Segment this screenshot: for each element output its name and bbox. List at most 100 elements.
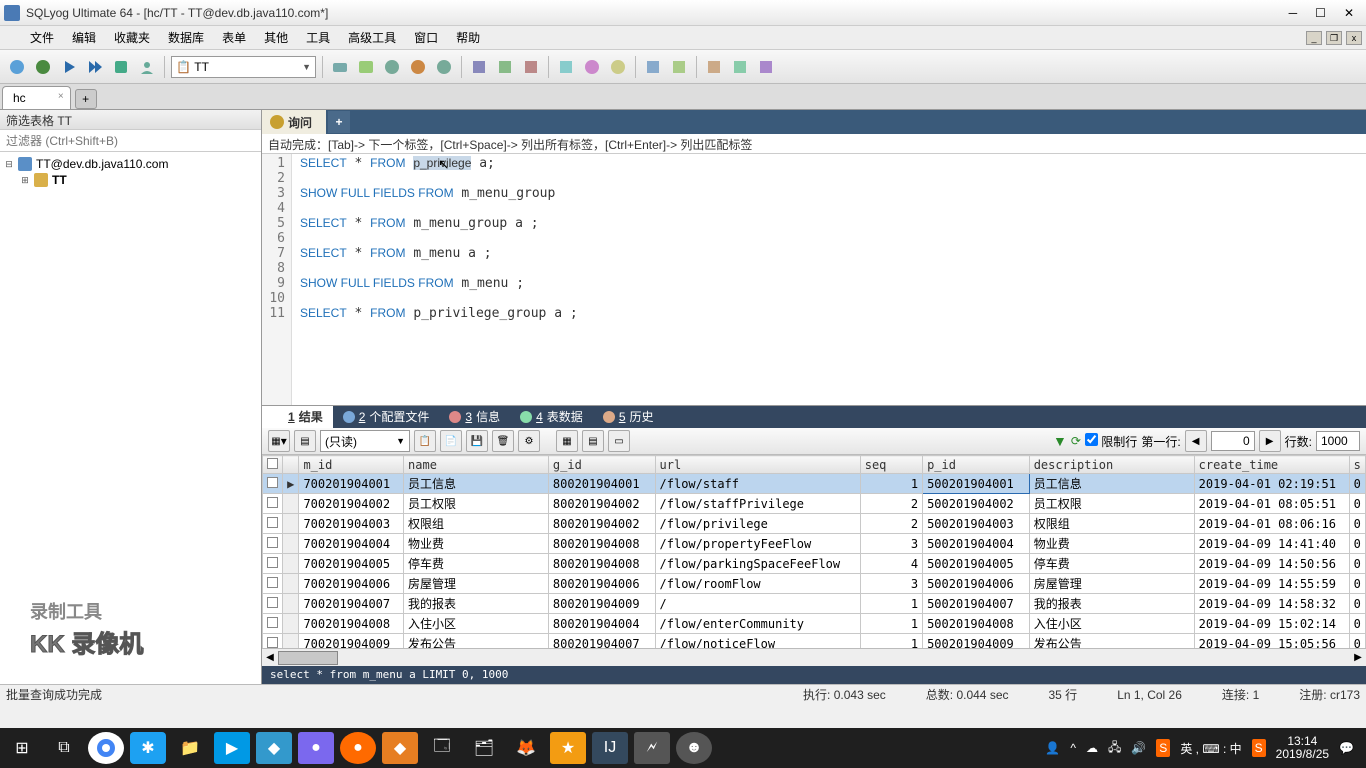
new-connection-button[interactable] [6, 56, 28, 78]
scroll-left-button[interactable]: ◀ [262, 652, 278, 663]
menu-edit[interactable]: 编辑 [64, 27, 104, 48]
row-checkbox[interactable] [263, 634, 283, 649]
app-icon-13[interactable]: ☻ [676, 732, 712, 764]
tb-btn-10[interactable] [581, 56, 603, 78]
menu-powertools[interactable]: 高级工具 [340, 27, 404, 48]
grid-cell[interactable]: 700201904001 [299, 474, 404, 494]
grid-cell[interactable]: 2019-04-09 14:50:56 [1194, 554, 1349, 574]
scroll-thumb[interactable] [278, 651, 338, 665]
grid-cell[interactable]: 发布公告 [404, 634, 549, 649]
grid-cell[interactable]: /flow/propertyFeeFlow [655, 534, 860, 554]
rtb-btn-5[interactable]: ⚙ [518, 430, 540, 452]
grid-cell[interactable]: 1 [860, 614, 922, 634]
select-all-checkbox[interactable] [263, 456, 283, 474]
tray-up-icon[interactable]: ^ [1070, 741, 1076, 755]
grid-cell[interactable]: /flow/staff [655, 474, 860, 494]
tb-btn-6[interactable] [468, 56, 490, 78]
tb-btn-8[interactable] [520, 56, 542, 78]
row-checkbox[interactable] [263, 514, 283, 534]
grid-cell[interactable]: 700201904006 [299, 574, 404, 594]
grid-cell[interactable]: 0 [1349, 574, 1365, 594]
grid-cell[interactable]: 700201904005 [299, 554, 404, 574]
close-button[interactable]: ✕ [1344, 6, 1354, 20]
row-checkbox[interactable] [263, 594, 283, 614]
task-view-button[interactable]: ⧉ [46, 732, 82, 764]
table-row[interactable]: ▶700201904001员工信息800201904001/flow/staff… [263, 474, 1366, 494]
tray-ime[interactable]: 英 , ⌨ : 中 [1180, 740, 1241, 757]
grid-cell[interactable]: 700201904004 [299, 534, 404, 554]
view-text-button[interactable]: ▭ [608, 430, 630, 452]
row-checkbox[interactable] [263, 554, 283, 574]
add-connection-button[interactable]: + [75, 89, 97, 109]
grid-cell[interactable]: 0 [1349, 614, 1365, 634]
app-icon-2[interactable]: ✱ [130, 732, 166, 764]
grid-cell[interactable]: 权限组 [1029, 514, 1194, 534]
grid-cell[interactable]: 800201904009 [548, 594, 655, 614]
refresh-icon[interactable]: ⟳ [1071, 434, 1081, 448]
tb-btn-2[interactable] [355, 56, 377, 78]
maximize-button[interactable]: ☐ [1315, 6, 1326, 20]
app-icon-9[interactable]: 🗂 [466, 732, 502, 764]
result-grid[interactable]: m_idnameg_idurlseqp_iddescriptioncreate_… [262, 455, 1366, 648]
grid-cell[interactable]: 500201904007 [923, 594, 1030, 614]
grid-cell[interactable]: 800201904008 [548, 554, 655, 574]
grid-cell[interactable]: 2019-04-09 14:58:32 [1194, 594, 1349, 614]
menu-window[interactable]: 窗口 [406, 27, 446, 48]
grid-cell[interactable]: 500201904004 [923, 534, 1030, 554]
connection-tab-hc[interactable]: hc × [2, 86, 71, 109]
grid-cell[interactable]: 700201904003 [299, 514, 404, 534]
table-row[interactable]: 700201904005停车费800201904008/flow/parking… [263, 554, 1366, 574]
next-page-button[interactable]: ▶ [1259, 430, 1281, 452]
tb-btn-1[interactable] [329, 56, 351, 78]
grid-cell[interactable]: 2019-04-09 14:55:59 [1194, 574, 1349, 594]
tb-btn-16[interactable] [755, 56, 777, 78]
grid-cell[interactable]: 入住小区 [1029, 614, 1194, 634]
grid-cell[interactable]: 1 [860, 594, 922, 614]
execute-all-button[interactable] [84, 56, 106, 78]
minimize-button[interactable]: ─ [1289, 6, 1298, 20]
grid-cell[interactable]: 我的报表 [1029, 594, 1194, 614]
tree-db[interactable]: ⊞ TT [4, 172, 257, 188]
grid-cell[interactable]: 房屋管理 [404, 574, 549, 594]
grid-cell[interactable]: 物业费 [404, 534, 549, 554]
column-header[interactable]: g_id [548, 456, 655, 474]
grid-cell[interactable]: 员工权限 [1029, 494, 1194, 514]
tb-btn-13[interactable] [668, 56, 690, 78]
tb-btn-12[interactable] [642, 56, 664, 78]
grid-cell[interactable]: 700201904009 [299, 634, 404, 649]
app-icon-4[interactable]: ◆ [256, 732, 292, 764]
tb-btn-9[interactable] [555, 56, 577, 78]
firefox-icon[interactable]: 🦊 [508, 732, 544, 764]
column-header[interactable]: description [1029, 456, 1194, 474]
menu-fav[interactable]: 收藏夹 [106, 27, 158, 48]
grid-cell[interactable]: 1 [860, 474, 922, 494]
tb-btn-11[interactable] [607, 56, 629, 78]
result-tab[interactable]: 1 结果 [262, 406, 333, 428]
menu-help[interactable]: 帮助 [448, 27, 488, 48]
grid-cell[interactable]: 3 [860, 574, 922, 594]
grid-cell[interactable]: 500201904001 [923, 474, 1030, 494]
grid-cell[interactable]: 停车费 [1029, 554, 1194, 574]
rtb-btn-2[interactable]: ▤ [294, 430, 316, 452]
limit-check[interactable]: 限制行 [1085, 433, 1137, 450]
mdi-restore-button[interactable]: ❐ [1326, 31, 1342, 45]
grid-cell[interactable]: /flow/noticeFlow [655, 634, 860, 649]
rtb-btn-4[interactable]: 📄 [440, 430, 462, 452]
grid-cell[interactable]: 700201904007 [299, 594, 404, 614]
grid-cell[interactable]: 500201904003 [923, 514, 1030, 534]
table-row[interactable]: 700201904009发布公告800201904007/flow/notice… [263, 634, 1366, 649]
clock[interactable]: 13:14 2019/8/25 [1276, 735, 1329, 761]
grid-view-button[interactable]: ▦▾ [268, 430, 290, 452]
grid-cell[interactable]: 800201904001 [548, 474, 655, 494]
result-tab[interactable]: 3 信息 [439, 406, 510, 428]
row-checkbox[interactable] [263, 494, 283, 514]
table-row[interactable]: 700201904008入住小区800201904004/flow/enterC… [263, 614, 1366, 634]
row-checkbox[interactable] [263, 614, 283, 634]
grid-cell[interactable]: 2019-04-09 15:05:56 [1194, 634, 1349, 649]
schema-tree[interactable]: ⊟ TT@dev.db.java110.com ⊞ TT [0, 152, 261, 684]
tray-people-icon[interactable]: 👤 [1045, 741, 1060, 755]
tray-ime-s[interactable]: S [1156, 739, 1170, 757]
explorer-icon[interactable]: 📁 [172, 732, 208, 764]
menu-table[interactable]: 表单 [214, 27, 254, 48]
row-count-input[interactable] [1316, 431, 1360, 451]
